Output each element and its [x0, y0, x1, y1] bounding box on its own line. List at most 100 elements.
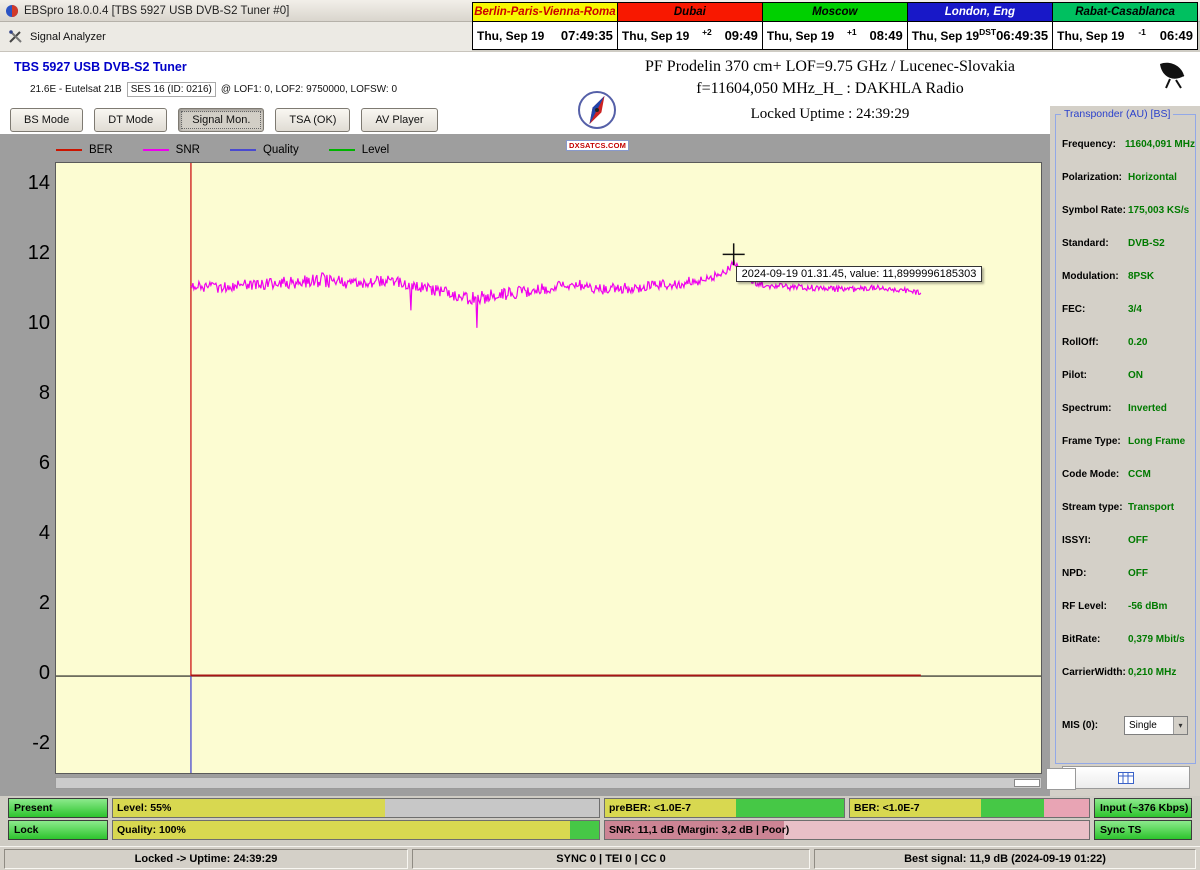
field-stream-type: Stream type:Transport	[1056, 500, 1195, 533]
clock-time: Thu, Sep 1907:49:35	[473, 22, 617, 49]
field-value: 0,379 Mbit/s	[1128, 634, 1185, 645]
clock-hms: 06:49:35	[996, 28, 1048, 43]
legend-swatch	[329, 149, 355, 151]
tab-av-player[interactable]: AV Player	[361, 108, 437, 132]
chart-tooltip: 2024-09-19 01.31.45, value: 11,899999618…	[736, 266, 983, 282]
dxsatcs-logo: DXSATCS.COM	[566, 90, 628, 153]
bar-segment	[784, 821, 1089, 839]
y-tick-label: 4	[8, 522, 50, 545]
chart-scrollbar[interactable]	[55, 777, 1042, 789]
chart-plot[interactable]: 2024-09-19 01.31.45, value: 11,899999618…	[55, 162, 1042, 774]
status-bar-quality-100: Quality: 100%	[112, 820, 600, 840]
legend-item-quality: Quality	[230, 144, 299, 156]
mis-value: Single	[1129, 720, 1157, 731]
status-bar-level-55: Level: 55%	[112, 798, 600, 818]
transponder-title: Transponder (AU) [BS]	[1061, 108, 1173, 120]
y-tick-label: 2	[8, 592, 50, 615]
ses-id-box: SES 16 (ID: 0216)	[127, 82, 216, 97]
field-label: Polarization:	[1062, 172, 1128, 183]
clock-utc-offset: +2	[702, 27, 712, 37]
window-title: EBSpro 18.0.0.4 [TBS 5927 USB DVB-S2 Tun…	[24, 5, 289, 17]
transponder-panel: Transponder (AU) [BS] Frequency:11604,09…	[1050, 106, 1200, 796]
field-value: 3/4	[1128, 304, 1142, 315]
field-value: 11604,091 MHz	[1125, 139, 1195, 150]
clock-time: Thu, Sep 19+209:49	[618, 22, 762, 49]
tab-dt-mode[interactable]: DT Mode	[94, 108, 167, 132]
clock-utc-offset: -1	[1138, 27, 1146, 37]
field-label: Symbol Rate:	[1062, 205, 1128, 216]
field-value: OFF	[1128, 568, 1148, 579]
satellite-position-label: 21.6E - Eutelsat 21B	[30, 84, 122, 95]
bar-label: BER: <1.0E-7	[854, 802, 920, 814]
field-value: 175,003 KS/s	[1128, 205, 1189, 216]
tab-bs-mode[interactable]: BS Mode	[10, 108, 83, 132]
legend-swatch	[143, 149, 169, 151]
field-frame-type: Frame Type:Long Frame	[1056, 434, 1195, 467]
lof-settings-label: @ LOF1: 0, LOF2: 9750000, LOFSW: 0	[221, 84, 397, 95]
field-value: Horizontal	[1128, 172, 1177, 183]
logo-text: DXSATCS.COM	[566, 140, 629, 151]
field-label: RF Level:	[1062, 601, 1128, 612]
tab-signal-mon[interactable]: Signal Mon.	[178, 108, 264, 132]
chevron-down-icon: ▾	[1173, 717, 1187, 734]
bar-segment	[736, 799, 844, 817]
field-label: Frequency:	[1062, 139, 1125, 150]
app-window: EBSpro 18.0.0.4 [TBS 5927 USB DVB-S2 Tun…	[0, 0, 1200, 870]
field-value: Inverted	[1128, 403, 1167, 414]
transponder-groupbox: Transponder (AU) [BS] Frequency:11604,09…	[1055, 114, 1196, 764]
status-box-lock: Lock	[8, 820, 108, 840]
field-bitrate: BitRate:0,379 Mbit/s	[1056, 632, 1195, 665]
y-tick-label: 8	[8, 382, 50, 405]
field-value: Long Frame	[1128, 436, 1185, 447]
field-value: ON	[1128, 370, 1143, 381]
tab-tsa-ok[interactable]: TSA (OK)	[275, 108, 350, 132]
chart-corner-button[interactable]	[1046, 768, 1076, 790]
field-label: Standard:	[1062, 238, 1128, 249]
clock-london-eng: London, EngThu, Sep 19DST06:49:35	[907, 3, 1052, 49]
signal-chart: BERSNRQualityLevel 14121086420-2 2024-09…	[8, 138, 1048, 790]
field-issyi: ISSYI:OFF	[1056, 533, 1195, 566]
y-tick-label: 6	[8, 452, 50, 475]
field-pilot: Pilot:ON	[1056, 368, 1195, 401]
bar-label: Level: 55%	[117, 802, 171, 814]
app-icon	[5, 4, 19, 18]
clock-city-label: London, Eng	[908, 3, 1052, 22]
clock-berlin-paris-vienna-roma: Berlin-Paris-Vienna-RomaThu, Sep 1907:49…	[473, 3, 617, 49]
status-box-input-376-kbps: Input (~376 Kbps)	[1094, 798, 1192, 818]
clock-city-label: Dubai	[618, 3, 762, 22]
clock-time: Thu, Sep 19+108:49	[763, 22, 907, 49]
antenna-info: PF Prodelin 370 cm+ LOF=9.75 GHz / Lucen…	[520, 56, 1140, 78]
clock-city-label: Moscow	[763, 3, 907, 22]
field-label: Pilot:	[1062, 370, 1128, 381]
status-row-1: Present Level: 55% preBER: <1.0E-7 BER: <1.…	[8, 798, 1200, 818]
field-code-mode: Code Mode:CCM	[1056, 467, 1195, 500]
field-frequency: Frequency:11604,091 MHz	[1056, 137, 1195, 170]
clock-date: Thu, Sep 19	[912, 29, 979, 43]
signal-analyzer-icon	[8, 29, 23, 44]
world-clocks: Berlin-Paris-Vienna-RomaThu, Sep 1907:49…	[472, 2, 1198, 50]
y-axis-labels: 14121086420-2	[8, 138, 53, 790]
y-tick-label: 10	[8, 312, 50, 335]
clock-date: Thu, Sep 19	[767, 29, 834, 43]
field-value: Transport	[1128, 502, 1174, 513]
field-label: Modulation:	[1062, 271, 1128, 282]
clock-time: Thu, Sep 19DST06:49:35	[908, 22, 1052, 49]
status-row-2: LockQuality: 100%SNR: 11,1 dB (Margin: 3…	[8, 820, 1200, 840]
chart-region: BERSNRQualityLevel 14121086420-2 2024-09…	[0, 134, 1050, 796]
clock-utc-offset: +1	[847, 27, 857, 37]
scrollbar-thumb[interactable]	[1014, 779, 1040, 787]
menu-item-signal-analyzer[interactable]: Signal Analyzer	[30, 31, 106, 43]
field-label: FEC:	[1062, 304, 1128, 315]
status-box-present: Present	[8, 798, 108, 818]
status-bar-preber-1-0e-7: preBER: <1.0E-7	[604, 798, 845, 818]
field-value: 0,210 MHz	[1128, 667, 1176, 678]
clock-date: Thu, Sep 19	[1057, 29, 1124, 43]
field-rolloff: RollOff:0.20	[1056, 335, 1195, 368]
field-label: NPD:	[1062, 568, 1128, 579]
panel-action-button[interactable]	[1062, 766, 1190, 789]
mis-dropdown[interactable]: Single ▾	[1124, 716, 1188, 735]
field-value: 0.20	[1128, 337, 1147, 348]
field-symbol-rate: Symbol Rate:175,003 KS/s	[1056, 203, 1195, 236]
field-label: BitRate:	[1062, 634, 1128, 645]
clock-time: Thu, Sep 19-106:49	[1053, 22, 1197, 49]
